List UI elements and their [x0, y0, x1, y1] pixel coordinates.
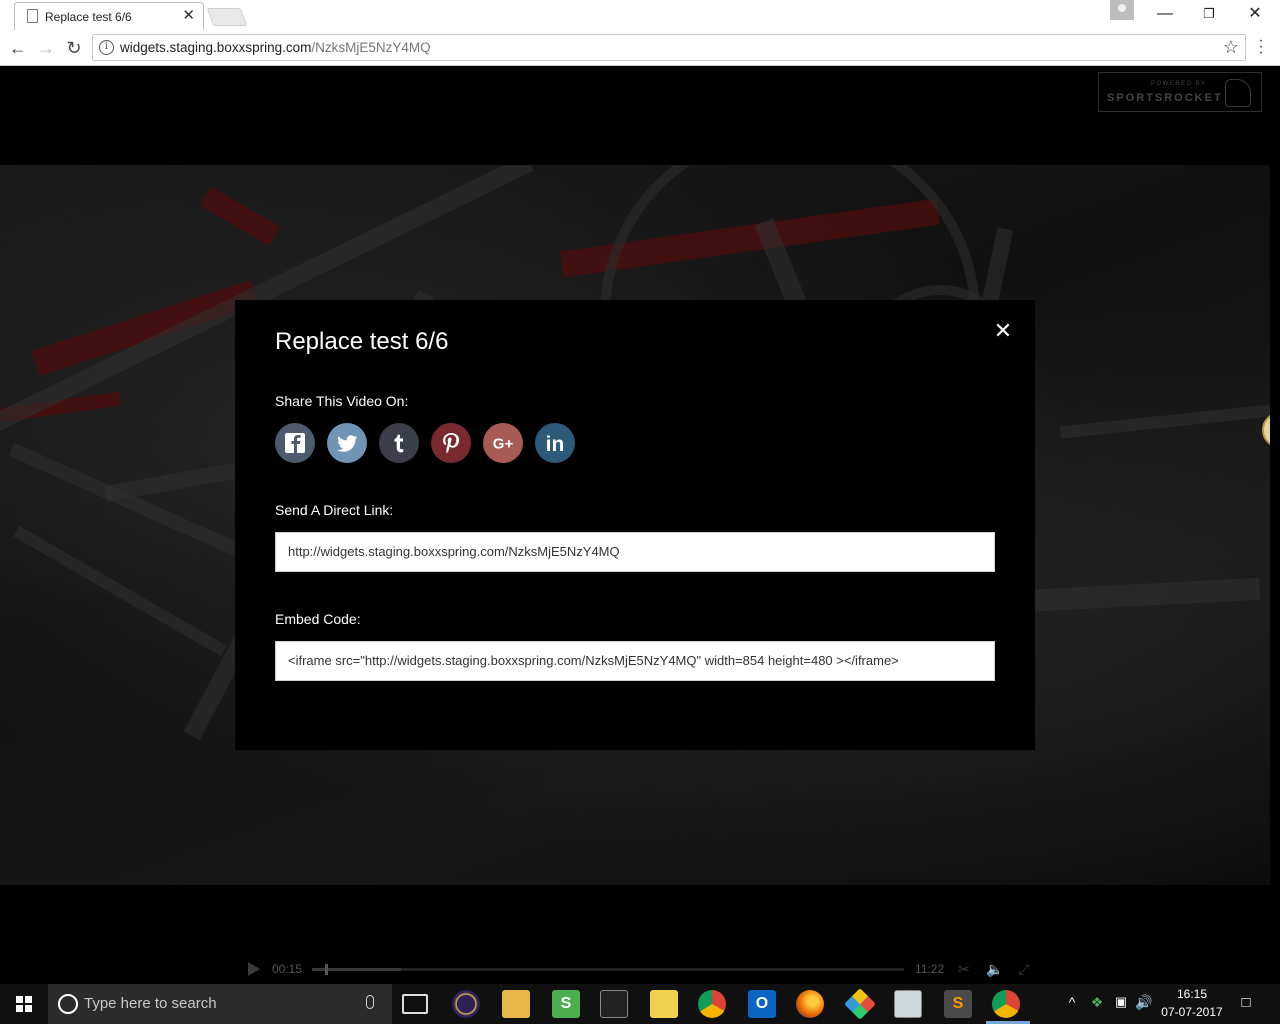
tumblr-icon — [379, 423, 419, 463]
taskbar: Type here to search S O S ^ ❖ ▣ 🔊 16:15 … — [0, 984, 1280, 1024]
speaker-icon[interactable]: 🔊 — [1135, 994, 1153, 1011]
page-icon — [27, 9, 38, 23]
url-host: widgets.staging.boxxspring.com — [120, 40, 312, 55]
volume-icon[interactable]: 🔈 — [986, 961, 1003, 977]
action-center-icon[interactable]: □ — [1236, 994, 1256, 1011]
modal-title: Replace test 6/6 — [275, 328, 449, 355]
gitkraken-icon[interactable] — [844, 988, 876, 1020]
taskbar-search[interactable]: Type here to search — [48, 984, 392, 1024]
progress-knob[interactable] — [325, 964, 329, 975]
facebook-share-button[interactable] — [275, 423, 315, 463]
sticky-notes-icon[interactable] — [650, 990, 678, 1018]
current-time: 00:15 — [272, 962, 303, 976]
file-explorer-icon[interactable] — [502, 990, 530, 1018]
embed-code-label: Embed Code: — [275, 611, 361, 627]
page-scrollbar[interactable] — [1270, 66, 1280, 984]
microphone-icon[interactable] — [366, 995, 374, 1009]
browser-tabstrip: Replace test 6/6 ✕ — ❐ ✕ — [0, 0, 1280, 30]
share-icon[interactable]: ✂ — [956, 961, 972, 977]
minimize-button[interactable]: — — [1150, 4, 1180, 24]
tray-expand-icon[interactable]: ^ — [1064, 994, 1080, 1010]
share-modal: Replace test 6/6 ✕ Share This Video On: — [235, 300, 1035, 750]
pinterest-icon — [431, 423, 471, 463]
sportsrocket-logo: POWERED BY SPORTSROCKET — [1098, 72, 1262, 112]
google-plus-icon: G+ — [483, 423, 523, 463]
reload-button[interactable]: ↻ — [62, 36, 86, 60]
tab-title: Replace test 6/6 — [45, 10, 132, 24]
logo-brand: SPORTSROCKET — [1107, 92, 1223, 104]
info-icon[interactable]: i — [99, 40, 114, 55]
clock-time[interactable]: 16:15 — [1160, 987, 1224, 1001]
search-placeholder: Type here to search — [84, 995, 217, 1012]
windows-icon — [16, 996, 32, 1012]
profile-icon[interactable] — [1110, 0, 1134, 20]
url-text: widgets.staging.boxxspring.com/NzksMjE5N… — [120, 40, 431, 55]
duration: 11:22 — [915, 962, 945, 976]
share-label: Share This Video On: — [275, 393, 409, 409]
video-controls: 00:15 11:22 ✂ 🔈 ⤢ — [0, 955, 1280, 983]
browser-tab[interactable]: Replace test 6/6 ✕ — [14, 2, 204, 30]
chrome-active-icon[interactable] — [992, 990, 1020, 1018]
start-button[interactable] — [0, 984, 48, 1024]
facebook-icon — [275, 423, 315, 463]
firefox-icon[interactable] — [796, 990, 824, 1018]
app-s-icon[interactable]: S — [552, 990, 580, 1018]
new-tab-button[interactable] — [206, 8, 248, 26]
browser-menu-icon[interactable]: · · · — [1256, 33, 1266, 61]
terminal-icon[interactable] — [600, 990, 628, 1018]
sublime-text-icon[interactable]: S — [944, 990, 972, 1018]
close-window-button[interactable]: ✕ — [1240, 4, 1270, 24]
pinterest-share-button[interactable] — [431, 423, 471, 463]
task-view-icon[interactable] — [402, 994, 428, 1014]
restore-button[interactable]: ❐ — [1194, 4, 1224, 24]
svg-text:G+: G+ — [493, 436, 514, 453]
browser-toolbar: ← → ↻ i widgets.staging.boxxspring.com/N… — [0, 30, 1280, 66]
network-icon[interactable]: ▣ — [1112, 994, 1130, 1010]
close-icon[interactable]: ✕ — [993, 320, 1013, 342]
embed-code-field[interactable]: <iframe src="http://widgets.staging.boxx… — [275, 641, 995, 681]
fullscreen-icon[interactable]: ⤢ — [1016, 961, 1032, 977]
twitter-share-button[interactable] — [327, 423, 367, 463]
clock-date[interactable]: 07-07-2017 — [1160, 1005, 1224, 1019]
direct-link-label: Send A Direct Link: — [275, 502, 394, 518]
eclipse-icon[interactable] — [452, 990, 480, 1018]
chrome-icon[interactable] — [698, 990, 726, 1018]
forward-button[interactable]: → — [34, 36, 58, 60]
close-tab-icon[interactable]: ✕ — [182, 8, 195, 24]
helmet-icon — [1225, 79, 1251, 107]
play-icon[interactable] — [248, 962, 260, 976]
google-plus-share-button[interactable]: G+ — [483, 423, 523, 463]
tumblr-share-button[interactable] — [379, 423, 419, 463]
svg-text:in: in — [546, 433, 565, 456]
direct-link-field[interactable]: http://widgets.staging.boxxspring.com/Nz… — [275, 532, 995, 572]
bookmark-star-icon[interactable]: ☆ — [1223, 37, 1239, 58]
logo-powered-by: POWERED BY — [1151, 81, 1207, 87]
progress-bar[interactable] — [312, 964, 904, 975]
address-bar[interactable]: i widgets.staging.boxxspring.com/NzksMjE… — [92, 34, 1246, 61]
twitter-icon — [327, 423, 367, 463]
page-content: POWERED BY SPORTSROCKET Replace test 6/6… — [0, 66, 1280, 984]
cortana-icon — [58, 994, 78, 1014]
dropbox-icon[interactable]: ❖ — [1088, 994, 1106, 1011]
linkedin-share-button[interactable]: in — [535, 423, 575, 463]
image-viewer-icon[interactable] — [894, 990, 922, 1018]
back-button[interactable]: ← — [6, 36, 30, 60]
linkedin-icon: in — [535, 423, 575, 463]
url-path: /NzksMjE5NzY4MQ — [311, 40, 431, 55]
outlook-icon[interactable]: O — [748, 990, 776, 1018]
